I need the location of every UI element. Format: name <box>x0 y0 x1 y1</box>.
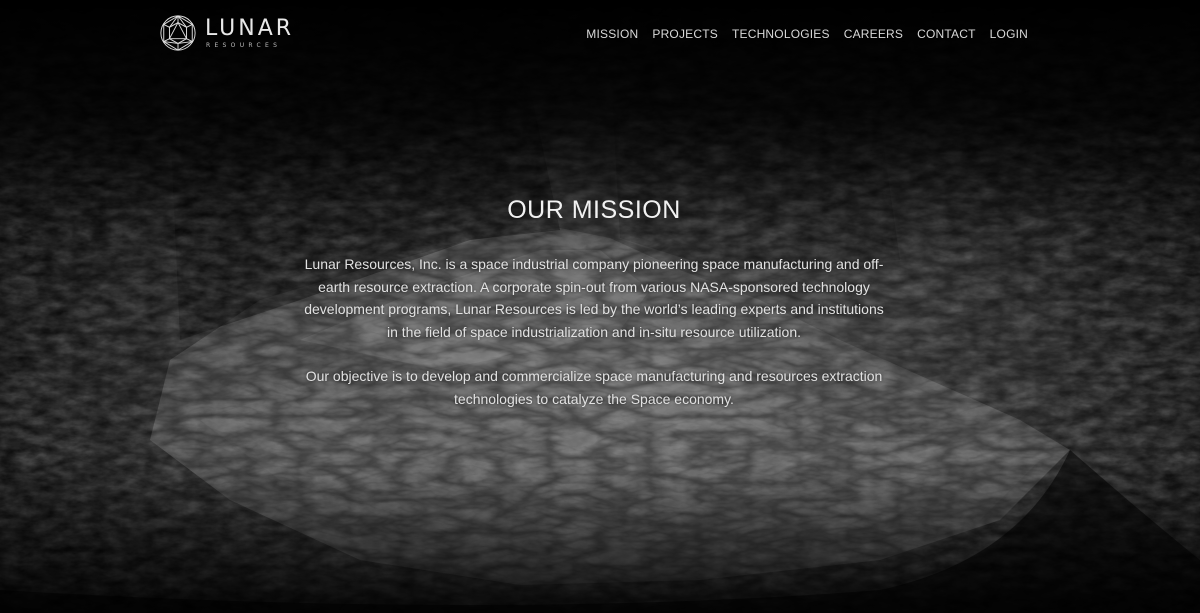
brand-text: LUNAR RESOURCES <box>205 15 295 49</box>
mission-paragraph-1: Lunar Resources, Inc. is a space industr… <box>304 256 884 340</box>
geodesic-sphere-icon <box>160 15 196 51</box>
nav-link-mission[interactable]: MISSION <box>586 27 638 41</box>
nav-link-technologies[interactable]: TECHNOLOGIES <box>732 27 830 41</box>
nav-link-projects[interactable]: PROJECTS <box>652 27 718 41</box>
nav-item-technologies: TECHNOLOGIES <box>732 25 830 43</box>
logo-link[interactable]: LUNAR RESOURCES <box>159 13 299 53</box>
nav-item-contact: CONTACT <box>917 25 976 43</box>
nav-item-careers: CAREERS <box>844 25 903 43</box>
mission-title: OUR MISSION <box>507 196 681 224</box>
brand-tagline: RESOURCES <box>206 41 282 49</box>
nav-link-login[interactable]: LOGIN <box>990 27 1028 41</box>
nav-item-login: LOGIN <box>990 25 1028 43</box>
brand-name: LUNAR <box>205 15 295 41</box>
mission-section: OUR MISSION Lunar Resources, Inc. is a s… <box>300 196 888 432</box>
nav-item-projects: PROJECTS <box>652 25 718 43</box>
main-nav: MISSION PROJECTS TECHNOLOGIES CAREERS CO… <box>586 25 1028 43</box>
page: LUNAR RESOURCES MISSION PROJECTS TECHNOL… <box>0 0 1200 613</box>
nav-link-contact[interactable]: CONTACT <box>917 27 976 41</box>
nav-link-careers[interactable]: CAREERS <box>844 27 903 41</box>
mission-paragraph-2: Our objective is to develop and commerci… <box>305 368 883 407</box>
nav-item-mission: MISSION <box>586 25 638 43</box>
site-header: LUNAR RESOURCES MISSION PROJECTS TECHNOL… <box>0 0 1200 66</box>
